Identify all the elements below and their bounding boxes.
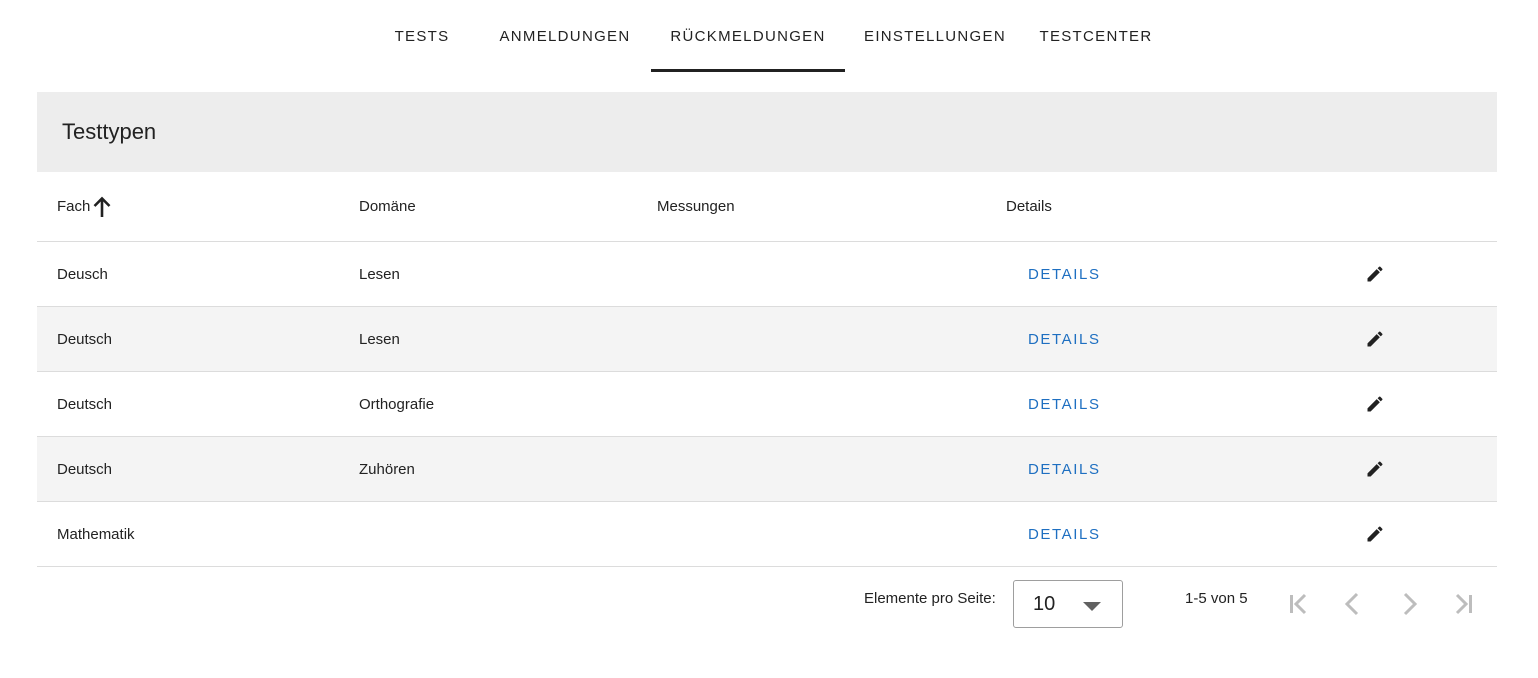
details-button[interactable]: DETAILS [1028,307,1101,371]
column-header-messungen[interactable]: Messungen [657,172,735,241]
cell-fach: Deutsch [57,395,113,413]
pencil-icon[interactable] [1365,242,1385,306]
table-row: Deutsch Lesen DETAILS [37,307,1497,372]
column-header-label: Fach [57,198,91,215]
table-row: Deusch Lesen DETAILS [37,242,1497,307]
details-button[interactable]: DETAILS [1028,372,1101,436]
main-tab-bar: TESTS ANMELDUNGEN RÜCKMELDUNGEN EINSTELL… [0,0,1538,72]
cell-fach: Deutsch [57,330,113,348]
card-title: Testtypen [62,119,157,144]
column-header-label: Messungen [657,198,735,215]
tab-testcenter[interactable]: TESTCENTER [1030,0,1162,72]
next-page-icon[interactable] [1388,582,1432,626]
table-row: Deutsch Zuhören DETAILS [37,437,1497,502]
tab-anmeldungen[interactable]: ANMELDUNGEN [485,0,645,72]
cell-domaene: Lesen [359,265,400,283]
cell-domaene: Lesen [359,330,400,348]
tab-einstellungen[interactable]: EINSTELLUNGEN [852,0,1018,72]
cell-domaene: Zuhören [359,460,415,478]
details-button[interactable]: DETAILS [1028,437,1101,501]
details-button[interactable]: DETAILS [1028,502,1101,566]
chevron-down-icon [1082,600,1102,617]
first-page-icon[interactable] [1276,582,1320,626]
tab-tests[interactable]: TESTS [377,0,467,72]
testtypen-card: Testtypen Fach Domäne Messungen Details … [37,92,1497,628]
paginator: Elemente pro Seite: 10 1-5 von 5 [37,568,1497,628]
card-header: Testtypen [37,92,1497,172]
previous-page-icon[interactable] [1330,582,1374,626]
arrow-up-icon [92,196,112,218]
table-header: Fach Domäne Messungen Details [37,172,1497,242]
page-size-value: 10 [1033,592,1056,615]
pencil-icon[interactable] [1365,502,1385,566]
page-size-select[interactable]: 10 [1013,580,1123,628]
last-page-icon[interactable] [1442,582,1486,626]
cell-fach: Deutsch [57,460,113,478]
pencil-icon[interactable] [1365,437,1385,501]
page-range-label: 1-5 von 5 [1185,589,1248,607]
cell-fach: Mathematik [57,525,135,543]
tab-rueckmeldungen[interactable]: RÜCKMELDUNGEN [651,0,845,72]
pencil-icon[interactable] [1365,307,1385,371]
cell-fach: Deusch [57,265,108,283]
column-header-label: Details [1006,198,1052,215]
table-row: Mathematik DETAILS [37,502,1497,567]
column-header-domaene[interactable]: Domäne [359,172,416,241]
pencil-icon[interactable] [1365,372,1385,436]
table-row: Deutsch Orthografie DETAILS [37,372,1497,437]
items-per-page-label: Elemente pro Seite: [864,589,996,607]
column-header-details[interactable]: Details [1006,172,1052,241]
cell-domaene: Orthografie [359,395,435,413]
column-header-fach[interactable]: Fach [57,172,112,241]
column-header-label: Domäne [359,198,416,215]
details-button[interactable]: DETAILS [1028,242,1101,306]
